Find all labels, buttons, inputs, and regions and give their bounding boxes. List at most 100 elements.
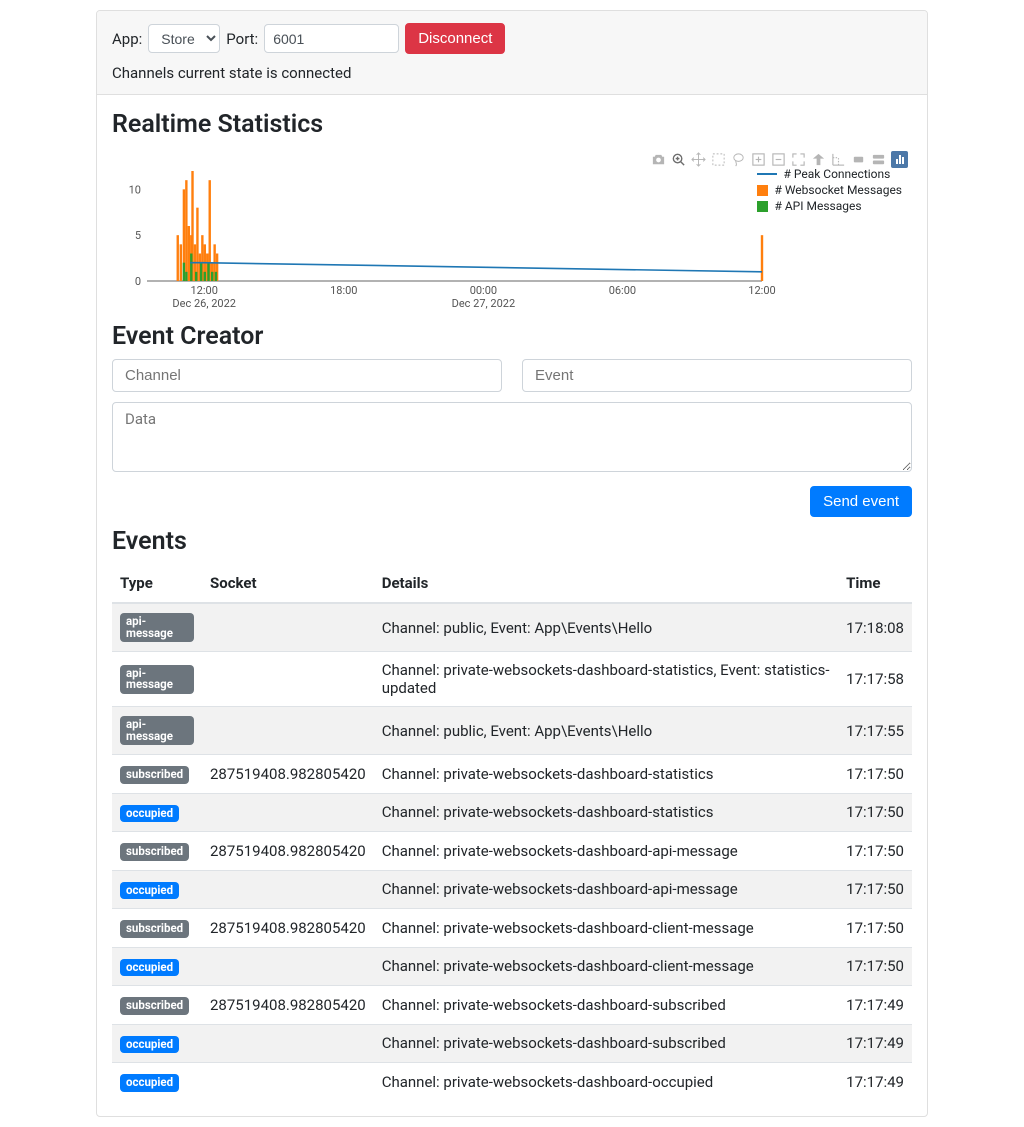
time-cell: 17:17:50: [838, 870, 912, 909]
socket-cell: [202, 652, 374, 707]
table-row: api-message Channel: private-websockets-d…: [112, 652, 912, 707]
svg-text:Dec 27, 2022: Dec 27, 2022: [452, 297, 516, 310]
events-tbody: api-message Channel: public, Event: App\E…: [112, 603, 912, 1101]
legend-api[interactable]: # API Messages: [757, 199, 902, 213]
zoom-icon[interactable]: [671, 152, 686, 167]
card-header: App: Store Port: Disconnect Channels cur…: [97, 11, 927, 95]
time-cell: 17:17:50: [838, 832, 912, 871]
port-input[interactable]: [264, 24, 399, 53]
chart-legend: # Peak Connections # Websocket Messages …: [757, 167, 902, 215]
time-cell: 17:17:50: [838, 793, 912, 832]
type-badge: occupied: [120, 1074, 179, 1092]
svg-text:Dec 26, 2022: Dec 26, 2022: [172, 297, 236, 310]
svg-text:12:00: 12:00: [190, 284, 217, 297]
time-cell: 17:17:49: [838, 1024, 912, 1063]
details-cell: Channel: private-websockets-dashboard-oc…: [374, 1063, 838, 1101]
svg-text:18:00: 18:00: [330, 284, 357, 297]
table-row: api-message Channel: public, Event: App\E…: [112, 707, 912, 755]
th-details: Details: [374, 564, 838, 603]
legend-peak[interactable]: # Peak Connections: [757, 167, 902, 181]
hover-compare-icon[interactable]: [871, 152, 886, 167]
type-badge: subscribed: [120, 766, 189, 784]
send-event-button[interactable]: Send event: [810, 486, 912, 517]
box-select-icon[interactable]: [711, 152, 726, 167]
svg-text:12:00: 12:00: [748, 284, 775, 297]
table-row: subscribed287519408.982805420Channel: pr…: [112, 832, 912, 871]
camera-icon[interactable]: [651, 152, 666, 167]
time-cell: 17:17:50: [838, 909, 912, 948]
details-cell: Channel: private-websockets-dashboard-ap…: [374, 870, 838, 909]
hover-closest-icon[interactable]: [851, 152, 866, 167]
time-cell: 17:17:55: [838, 707, 912, 755]
socket-cell: [202, 793, 374, 832]
type-badge: subscribed: [120, 997, 189, 1015]
time-cell: 17:17:49: [838, 1063, 912, 1101]
app-label: App:: [112, 30, 142, 48]
table-row: subscribed 287519408.982805420Channel: pr…: [112, 909, 912, 948]
socket-cell: [202, 1063, 374, 1101]
channel-input[interactable]: [112, 359, 502, 392]
table-row: occupied Channel: private-websockets-dash…: [112, 1063, 912, 1101]
creator-title: Event Creator: [112, 322, 912, 351]
header-form: App: Store Port: Disconnect: [112, 23, 912, 54]
socket-cell: 287519408.982805420: [202, 755, 374, 794]
svg-text:0: 0: [135, 275, 141, 288]
type-badge: subscribed: [120, 920, 189, 938]
card-body: Realtime Statistics 051012:0018:0000: [97, 95, 927, 1116]
port-label: Port:: [226, 30, 258, 48]
pan-icon[interactable]: [691, 152, 706, 167]
svg-text:10: 10: [129, 183, 141, 196]
socket-cell: 287519408.982805420: [202, 909, 374, 948]
table-row: occupied Channel: private-websockets-dash…: [112, 793, 912, 832]
details-cell: Channel: private-websockets-dashboard-su…: [374, 1024, 838, 1063]
details-cell: Channel: private-websockets-dashboard-cl…: [374, 909, 838, 948]
type-badge: occupied: [120, 959, 179, 977]
disconnect-button[interactable]: Disconnect: [405, 23, 505, 54]
svg-text:06:00: 06:00: [609, 284, 636, 297]
table-row: occupied Channel: private-websockets-dash…: [112, 1024, 912, 1063]
events-header-row: Type Socket Details Time: [112, 564, 912, 603]
time-cell: 17:17:58: [838, 652, 912, 707]
spike-lines-icon[interactable]: [831, 152, 846, 167]
events-title: Events: [112, 527, 912, 556]
status-text: Channels current state is connected: [112, 64, 912, 82]
table-row: occupiedChannel: private-websockets-dash…: [112, 947, 912, 986]
details-cell: Channel: private-websockets-dashboard-st…: [374, 652, 838, 707]
type-badge: occupied: [120, 805, 179, 823]
time-cell: 17:17:50: [838, 755, 912, 794]
app-select[interactable]: Store: [148, 24, 220, 53]
type-badge: occupied: [120, 1036, 179, 1054]
type-badge: api-message: [120, 665, 194, 694]
legend-ws[interactable]: # Websocket Messages: [757, 183, 902, 197]
socket-cell: [202, 603, 374, 652]
plotly-logo-icon[interactable]: [891, 151, 908, 168]
details-cell: Channel: private-websockets-dashboard-st…: [374, 755, 838, 794]
th-time: Time: [838, 564, 912, 603]
table-row: occupiedChannel: private-websockets-dash…: [112, 870, 912, 909]
socket-cell: 287519408.982805420: [202, 832, 374, 871]
zoom-in-icon[interactable]: [751, 152, 766, 167]
table-row: subscribed 287519408.982805420Channel: pr…: [112, 755, 912, 794]
table-row: api-messageChannel: public, Event: App\E…: [112, 603, 912, 652]
event-input[interactable]: [522, 359, 912, 392]
time-cell: 17:18:08: [838, 603, 912, 652]
chart[interactable]: 051012:0018:0000:0006:0012:00Dec 26, 202…: [112, 147, 912, 312]
reset-axes-icon[interactable]: [811, 152, 826, 167]
th-socket: Socket: [202, 564, 374, 603]
creator-row: [112, 359, 912, 392]
autoscale-icon[interactable]: [791, 152, 806, 167]
type-badge: api-message: [120, 716, 194, 745]
socket-cell: [202, 947, 374, 986]
zoom-out-icon[interactable]: [771, 152, 786, 167]
details-cell: Channel: private-websockets-dashboard-st…: [374, 793, 838, 832]
details-cell: Channel: private-websockets-dashboard-ap…: [374, 832, 838, 871]
socket-cell: [202, 1024, 374, 1063]
details-cell: Channel: public, Event: App\Events\Hello: [374, 707, 838, 755]
socket-cell: [202, 707, 374, 755]
lasso-icon[interactable]: [731, 152, 746, 167]
socket-cell: [202, 870, 374, 909]
svg-text:5: 5: [135, 229, 141, 242]
data-textarea[interactable]: [112, 402, 912, 472]
dashboard-card: App: Store Port: Disconnect Channels cur…: [96, 10, 928, 1117]
svg-text:00:00: 00:00: [470, 284, 497, 297]
